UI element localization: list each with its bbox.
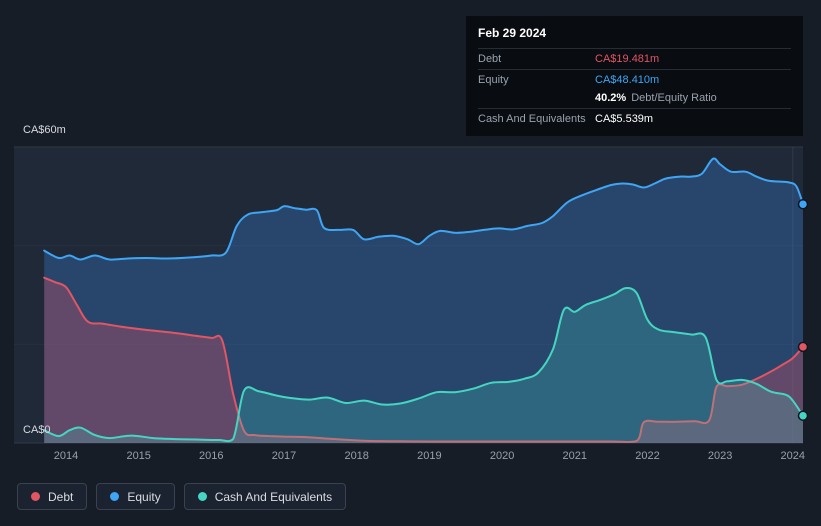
legend-item-debt[interactable]: Debt [17, 483, 88, 510]
legend-item-equity-label: Equity [127, 489, 161, 504]
tooltip-ratio-label: Debt/Equity Ratio [631, 92, 717, 104]
tooltip-debt-value: CA$19.481m [595, 53, 660, 65]
tooltip-equity-value: CA$48.410m [595, 74, 660, 86]
x-tick-label: 2015 [126, 450, 151, 462]
equity-series-dot-icon [110, 492, 120, 501]
tooltip-divider [478, 108, 791, 109]
legend-item-debt-label: Debt [48, 489, 74, 504]
x-tick-label: 2022 [635, 450, 660, 462]
tooltip-row-ratio: 40.2% Debt/Equity Ratio [478, 89, 791, 107]
x-tick-label: 2018 [344, 450, 369, 462]
tooltip-divider [478, 69, 791, 70]
tooltip-row-cash: Cash And Equivalents CA$5.539m [478, 110, 791, 128]
tooltip-ratio-value: 40.2% [595, 92, 627, 104]
x-tick-label: 2023 [707, 450, 733, 462]
x-tick-label: 2019 [417, 450, 442, 462]
x-tick-label: 2017 [271, 450, 297, 462]
cash-series-dot-icon [197, 492, 207, 501]
x-tick-label: 2014 [53, 450, 79, 462]
y-axis-min-label: CA$0 [23, 424, 51, 436]
debt-series-dot-icon [31, 492, 40, 501]
x-tick-label: 2024 [780, 450, 806, 462]
tooltip-equity-label: Equity [478, 74, 509, 86]
tooltip-cash-value: CA$5.539m [595, 113, 654, 125]
tooltip-debt-label: Debt [478, 53, 502, 65]
tooltip-divider [478, 48, 791, 49]
legend-item-equity[interactable]: Equity [96, 483, 175, 510]
legend-item-cash[interactable]: Cash And Equivalents [183, 483, 347, 510]
chart-canvas[interactable] [14, 146, 809, 444]
legend-item-cash-label: Cash And Equivalents [214, 489, 333, 504]
x-axis: 2014 2015 2016 2017 2018 2019 2020 2021 2022 2023… [14, 450, 806, 464]
debt-equity-history-panel: CA$60m CA$0 2014 2015 2016 2017 2018 2019 2020… [0, 0, 821, 526]
tooltip-row-debt: Debt CA$19.481m [478, 50, 791, 68]
plot-area[interactable] [14, 146, 809, 444]
tooltip-row-equity: Equity CA$48.410m [478, 71, 791, 89]
legend: Debt Equity Cash And Equivalents [17, 483, 347, 510]
x-tick-label: 2021 [562, 450, 588, 462]
tooltip-date: Feb 29 2024 [478, 26, 547, 40]
y-axis-max-label: CA$60m [23, 124, 66, 136]
tooltip-cash-label: Cash And Equivalents [478, 113, 586, 125]
x-tick-label: 2020 [489, 450, 515, 462]
chart-tooltip: Feb 29 2024 Debt CA$19.481m Equity CA$48… [466, 16, 803, 136]
x-tick-label: 2016 [199, 450, 224, 462]
